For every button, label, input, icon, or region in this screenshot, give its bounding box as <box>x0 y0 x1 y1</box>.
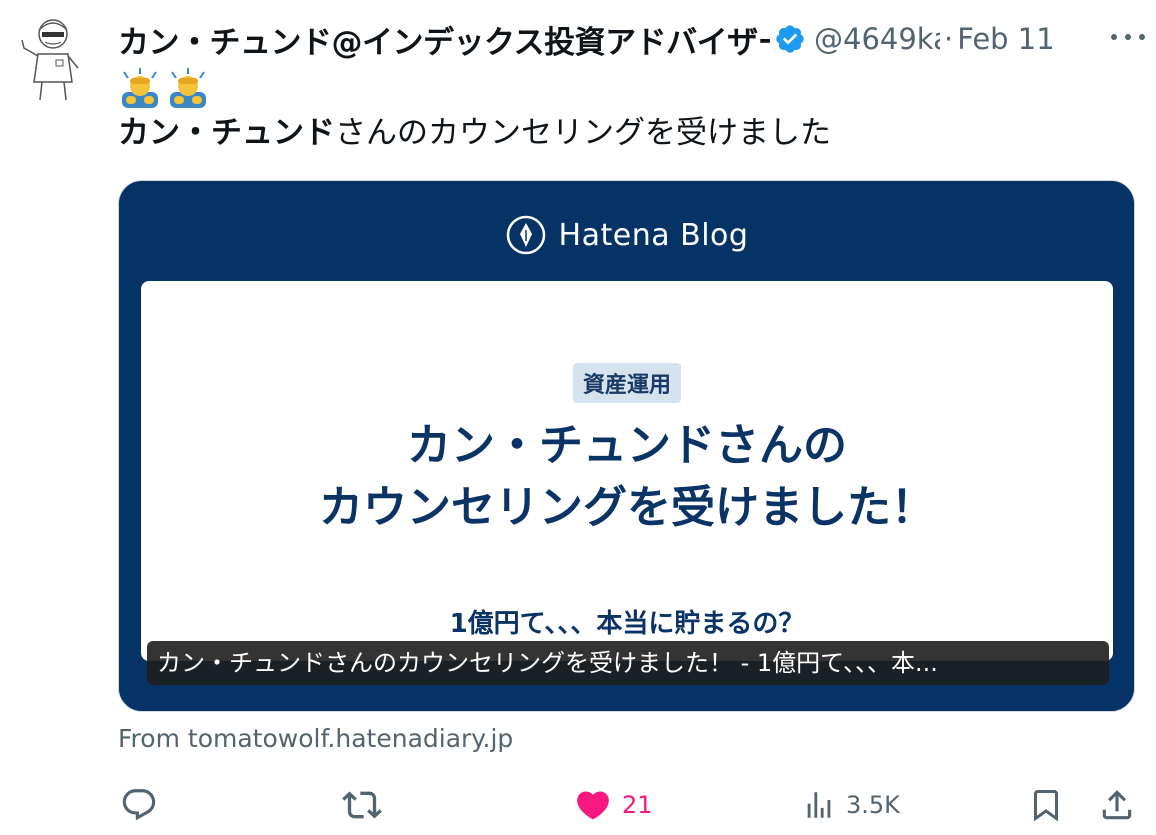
card-caption: カン・チュンドさんのカウンセリングを受けました！ - 1億円て、、、本... <box>147 641 1109 685</box>
action-bar: 21 3.5K <box>118 782 1138 828</box>
bookmark-icon <box>1034 790 1058 822</box>
card-title-line: カウンセリングを受けました！ <box>319 482 935 533</box>
views-count: 3.5K <box>846 791 900 819</box>
brand-name: Hatena Blog <box>558 217 749 253</box>
category-tag: 資産運用 <box>141 363 1113 403</box>
views-button[interactable]: 3.5K <box>802 782 900 828</box>
repost-icon <box>342 791 382 819</box>
card-title: カン・チュンドさんの カウンセリングを受けました！ <box>141 415 1113 539</box>
separator: · <box>944 22 954 56</box>
like-button[interactable]: 21 <box>574 782 653 828</box>
category-label: 資産運用 <box>572 363 681 403</box>
heart-icon <box>577 791 609 820</box>
link-card[interactable]: Hatena Blog 資産運用 カン・チュンドさんの カウンセリングを受けまし… <box>118 180 1135 712</box>
verified-badge-icon[interactable] <box>774 23 806 55</box>
reply-button[interactable] <box>120 782 158 828</box>
card-title-line: カン・チュンドさんの <box>407 420 847 471</box>
repost-button[interactable] <box>342 782 382 828</box>
bowing-person-emoji-icon <box>122 68 158 108</box>
avatar[interactable] <box>12 12 94 102</box>
display-name[interactable]: カン・チュンド@インデックス投資アドバイザー <box>118 17 770 62</box>
more-options-icon[interactable] <box>1108 22 1148 52</box>
tweet-text: カン・チュンドさんのカウンセリングを受けました <box>118 110 831 156</box>
mention-name[interactable]: カン・チュンド <box>118 115 335 151</box>
card-image-panel: 資産運用 カン・チュンドさんの カウンセリングを受けました！ 1億円て、、、本当… <box>141 281 1113 661</box>
tweet-text-body: さんのカウンセリングを受けました <box>335 115 831 151</box>
card-subtitle: 1億円て、、、本当に貯まるの？ <box>449 609 805 639</box>
tweet[interactable]: カン・チュンド@インデックス投資アドバイザー @4649kang · Feb 1… <box>0 0 1156 835</box>
hatena-blog-logo: Hatena Blog <box>119 211 1134 259</box>
share-icon <box>1102 790 1132 820</box>
source-link[interactable]: From tomatowolf.hatenadiary.jp <box>118 724 513 753</box>
emoji-row <box>118 66 210 112</box>
bookmark-button[interactable] <box>1028 782 1064 828</box>
pen-nib-icon <box>506 215 545 255</box>
handle[interactable]: @4649kang <box>814 22 940 56</box>
tweet-date[interactable]: Feb 11 <box>957 22 1054 56</box>
bowing-person-emoji-icon <box>170 68 206 108</box>
views-chart-icon <box>807 792 831 818</box>
like-count: 21 <box>622 791 653 819</box>
tweet-header: カン・チュンド@インデックス投資アドバイザー @4649kang · Feb 1… <box>118 14 1148 64</box>
reply-icon <box>122 789 156 821</box>
avatar-illustration <box>21 19 79 101</box>
share-button[interactable] <box>1098 782 1136 828</box>
